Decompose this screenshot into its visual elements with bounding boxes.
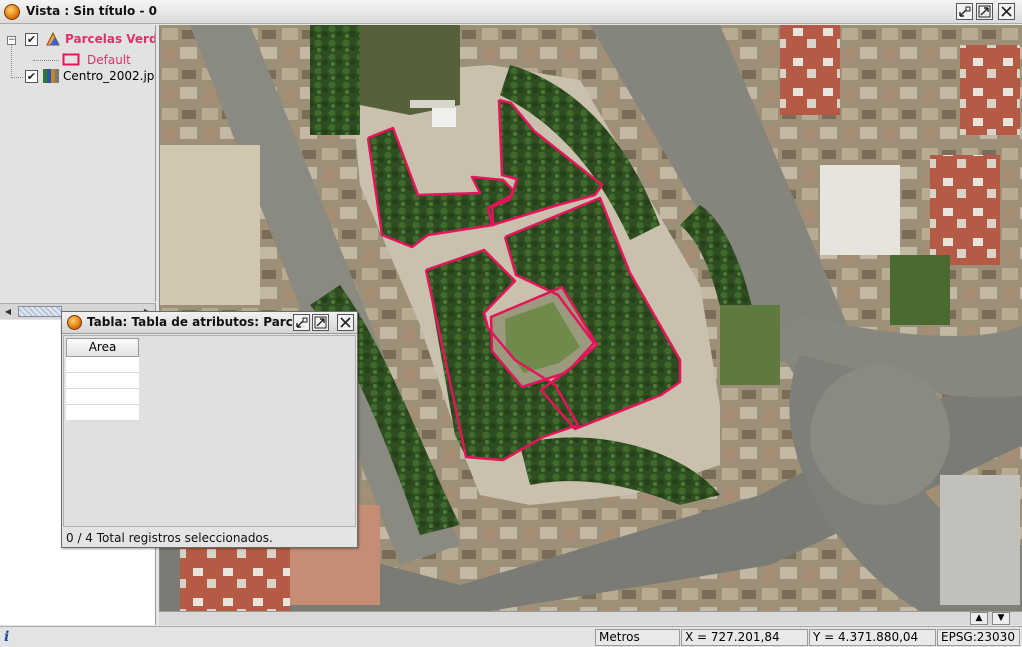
close-icon: [340, 317, 351, 328]
toc-layer-centro[interactable]: ✔ Centro_2002.jp: [0, 68, 155, 86]
layer-name[interactable]: Centro_2002.jp: [63, 69, 154, 83]
layer-visibility-checkbox[interactable]: ✔: [25, 33, 38, 46]
collapse-toggle[interactable]: −: [7, 36, 16, 45]
projection-field: EPSG:23030: [937, 629, 1020, 646]
layer-toc: − ✔ Parcelas Verde Default ✔ Centro_2002…: [0, 25, 156, 302]
table-close-button[interactable]: [337, 314, 354, 331]
window-title: Vista : Sin título - 0: [26, 4, 157, 18]
selection-status: 0 / 4 Total registros seleccionados.: [66, 531, 273, 545]
minimize-button[interactable]: [956, 3, 973, 20]
attribute-table-window[interactable]: Tabla: Tabla de atributos: Parc... Area …: [61, 311, 358, 548]
table-row[interactable]: [66, 389, 139, 405]
maximize-icon: [314, 316, 327, 329]
scroll-left-icon[interactable]: ◀: [1, 305, 15, 318]
map-scrollbar: ▲ ▼: [159, 611, 1022, 625]
raster-layer-icon: [43, 69, 59, 83]
close-button[interactable]: [998, 3, 1015, 20]
table-row[interactable]: [66, 373, 139, 389]
info-icon: i: [4, 629, 10, 645]
window-titlebar: Vista : Sin título - 0: [0, 0, 1022, 24]
scroll-up-icon[interactable]: ▲: [970, 612, 988, 625]
vector-layer-icon: [46, 32, 60, 46]
gvsig-app-icon: [4, 4, 20, 20]
table-minimize-button[interactable]: [293, 314, 310, 331]
table-row[interactable]: [66, 357, 139, 373]
layer-name[interactable]: Parcelas Verde: [65, 32, 155, 46]
toc-layer-parcelas[interactable]: − ✔ Parcelas Verde: [0, 31, 155, 49]
y-coordinate-field: Y = 4.371.880,04: [809, 629, 936, 646]
table-window-titlebar[interactable]: Tabla: Tabla de atributos: Parc...: [62, 312, 357, 334]
maximize-button[interactable]: [976, 3, 993, 20]
table-row[interactable]: [66, 405, 139, 421]
map-units-field: Metros: [595, 629, 680, 646]
x-coordinate-field: X = 727.201,84: [681, 629, 808, 646]
scroll-down-icon[interactable]: ▼: [992, 612, 1010, 625]
attribute-grid[interactable]: Area: [63, 335, 356, 527]
legend-label: Default: [87, 53, 131, 67]
polygon-symbol-icon: [62, 53, 80, 66]
column-header-area[interactable]: Area: [66, 338, 139, 357]
maximize-icon: [978, 5, 991, 18]
gvsig-app-icon: [67, 315, 82, 330]
tree-connector: [33, 60, 59, 61]
layer-visibility-checkbox[interactable]: ✔: [25, 70, 38, 83]
table-window-title: Tabla: Tabla de atributos: Parc...: [87, 315, 307, 329]
minimize-icon: [959, 6, 971, 17]
table-maximize-button[interactable]: [312, 314, 329, 331]
scrollbar-thumb[interactable]: [18, 306, 62, 317]
close-icon: [1001, 6, 1012, 17]
tree-connector: [11, 77, 23, 78]
minimize-icon: [296, 317, 308, 328]
status-bar: i Metros X = 727.201,84 Y = 4.371.880,04…: [0, 626, 1022, 647]
